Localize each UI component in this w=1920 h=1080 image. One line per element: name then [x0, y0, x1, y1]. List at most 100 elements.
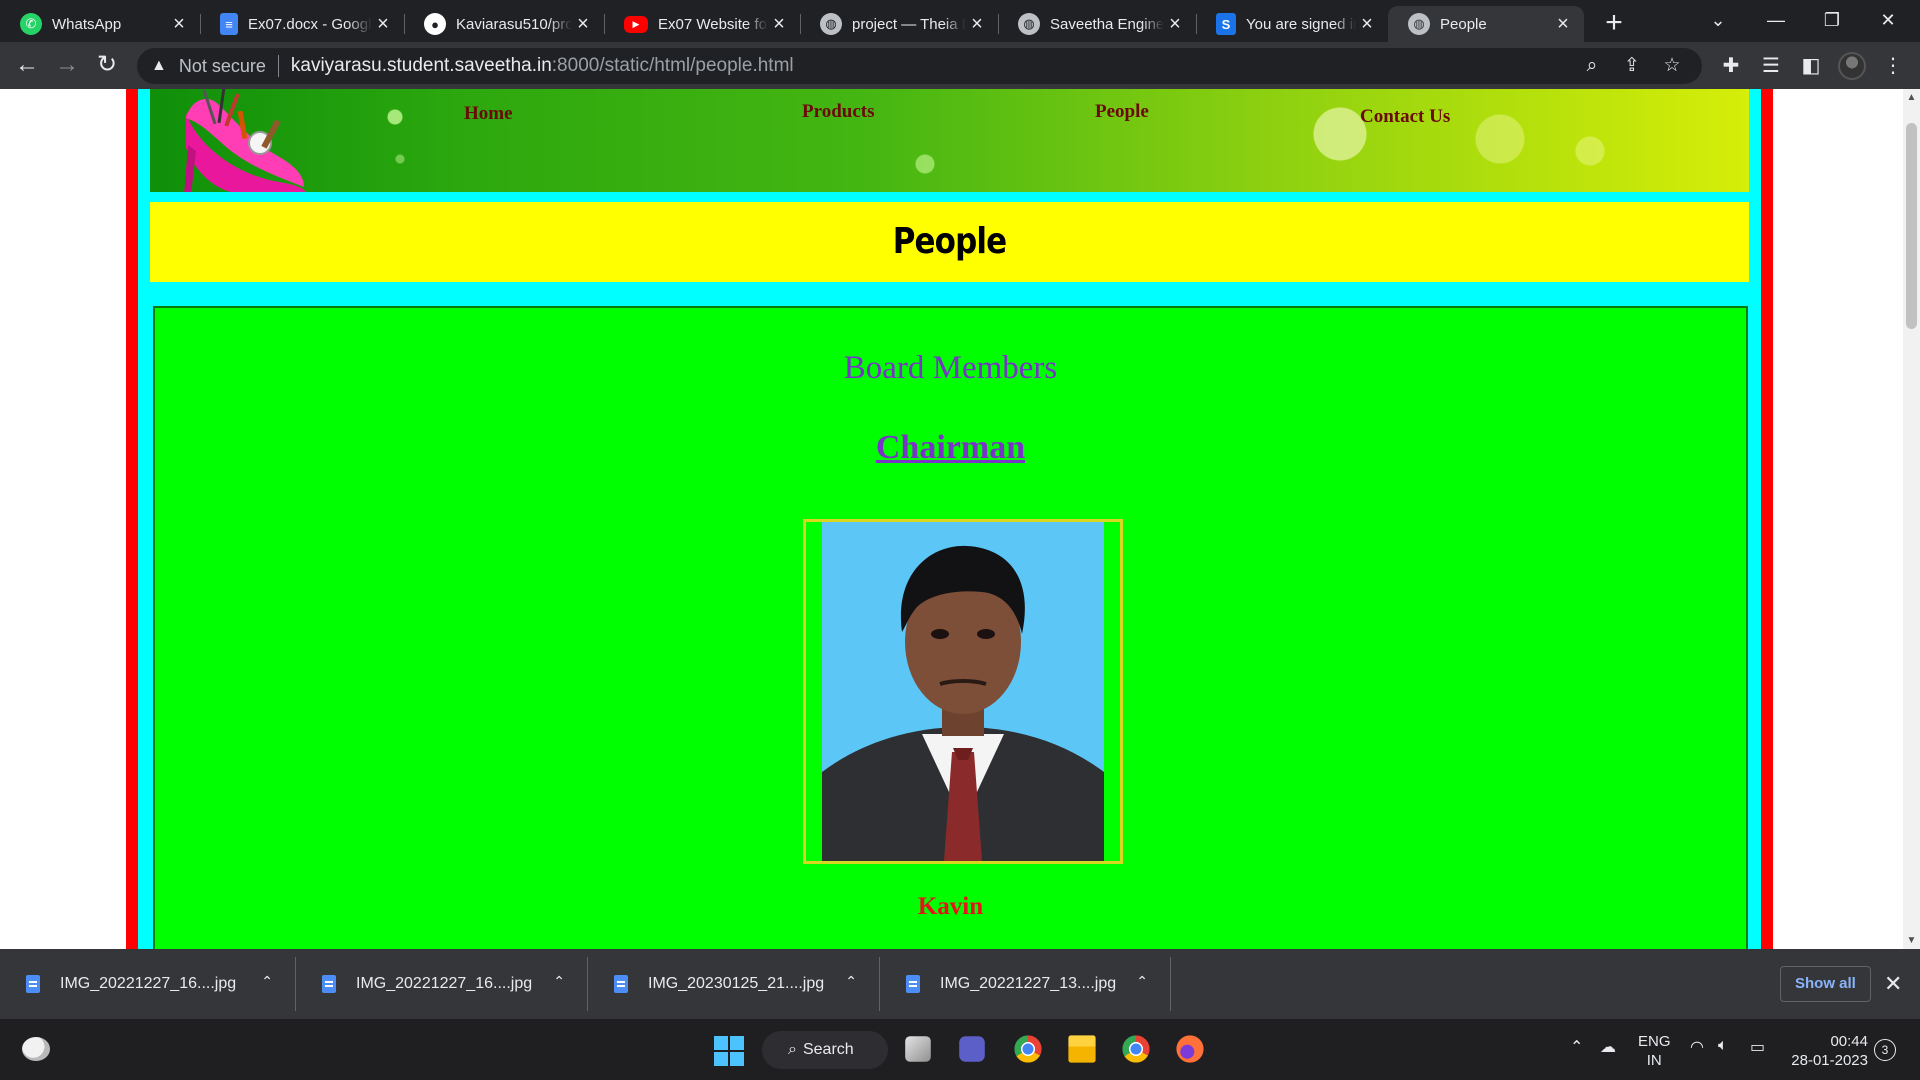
- tab-youtube[interactable]: ▶ Ex07 Website for ×: [604, 6, 801, 42]
- download-filename: IMG_20221227_16....jpg: [356, 975, 533, 992]
- site-cyan-frame: Home Products People Contact Us People B…: [138, 89, 1761, 949]
- nav-home-link[interactable]: Home: [464, 103, 513, 125]
- download-filename: IMG_20221227_16....jpg: [60, 975, 237, 992]
- restore-icon[interactable]: ❐: [1810, 4, 1854, 36]
- tab-signed-in[interactable]: S You are signed in ×: [1196, 6, 1388, 42]
- search-icon: ⌕: [788, 1041, 797, 1058]
- member-name: Kavin: [917, 893, 984, 920]
- extensions-puzzle-icon[interactable]: ✚: [1718, 54, 1744, 78]
- bookmark-star-icon[interactable]: ☆: [1661, 55, 1683, 77]
- language-indicator[interactable]: ENG IN: [1638, 1032, 1671, 1070]
- forward-arrow-icon[interactable]: →: [50, 48, 84, 82]
- url-host[interactable]: kaviyarasu.student.saveetha.in: [291, 55, 552, 77]
- close-tab-icon[interactable]: ×: [1164, 13, 1186, 36]
- language-code: ENG: [1638, 1033, 1671, 1050]
- tab-title: Kaviarasu510/project: [456, 15, 572, 33]
- close-tab-icon[interactable]: ×: [168, 13, 190, 36]
- tab-strip: ✆ WhatsApp × ≡ Ex07.docx - Google Docs ×…: [0, 0, 1920, 42]
- chevron-up-icon[interactable]: ⌃: [1570, 1037, 1583, 1057]
- volume-icon[interactable]: 🔈︎: [1718, 1037, 1728, 1055]
- photo-frame: [803, 519, 1123, 864]
- section-title: Board Members: [843, 350, 1058, 386]
- reading-list-icon[interactable]: ☰: [1758, 54, 1784, 78]
- address-bar[interactable]: ▲ Not secure kaviyarasu.student.saveetha…: [137, 48, 1702, 84]
- close-tab-icon[interactable]: ×: [572, 13, 594, 36]
- page-viewport: Home Products People Contact Us People B…: [0, 89, 1920, 949]
- onedrive-cloud-icon[interactable]: ☁: [1600, 1037, 1616, 1057]
- task-view-icon[interactable]: [905, 1036, 931, 1062]
- teams-chat-icon[interactable]: [959, 1036, 985, 1062]
- battery-icon[interactable]: ▭: [1750, 1037, 1765, 1057]
- profile-avatar[interactable]: [1838, 52, 1866, 80]
- globe-icon: ◍: [1018, 13, 1040, 35]
- header-banner: Home Products People Contact Us: [150, 89, 1749, 192]
- weather-widget-icon[interactable]: [22, 1037, 50, 1061]
- region-code: IN: [1646, 1052, 1662, 1069]
- whatsapp-icon: ✆: [20, 13, 42, 35]
- chrome-icon[interactable]: [1122, 1035, 1150, 1063]
- tab-title: Saveetha Engineering College: [1050, 15, 1164, 33]
- role-heading: Chairman: [875, 429, 1026, 466]
- chevron-up-icon[interactable]: ⌃: [553, 973, 565, 990]
- windows-start-icon[interactable]: [714, 1036, 744, 1066]
- url-path[interactable]: :8000/static/html/people.html: [552, 55, 794, 77]
- tab-saveetha[interactable]: ◍ Saveetha Engineering College ×: [998, 6, 1197, 42]
- youtube-icon: ▶: [624, 15, 648, 33]
- nav-products-link[interactable]: Products: [802, 101, 874, 123]
- tab-google-docs[interactable]: ≡ Ex07.docx - Google Docs ×: [200, 6, 405, 42]
- minimize-icon[interactable]: —: [1754, 4, 1798, 36]
- download-item[interactable]: IMG_20221227_16....jpg ⌃: [296, 949, 587, 1019]
- download-item[interactable]: IMG_20230125_21....jpg ⌃: [588, 949, 879, 1019]
- tab-github[interactable]: ● Kaviarasu510/project ×: [404, 6, 605, 42]
- close-shelf-icon[interactable]: ✕: [1884, 971, 1902, 997]
- site-red-frame: Home Products People Contact Us People B…: [126, 89, 1773, 949]
- new-tab-button[interactable]: +: [1596, 6, 1632, 42]
- chevron-up-icon[interactable]: ⌃: [1136, 973, 1148, 990]
- scroll-up-icon[interactable]: ▲: [1903, 89, 1920, 106]
- show-all-button[interactable]: Show all: [1780, 966, 1871, 1002]
- tab-whatsapp[interactable]: ✆ WhatsApp ×: [0, 6, 201, 42]
- vertical-scrollbar[interactable]: ▲ ▼: [1903, 89, 1920, 949]
- zoom-icon[interactable]: ⌕: [1581, 55, 1603, 77]
- board-section: Board Members Chairman Kavin: [153, 306, 1748, 949]
- close-tab-icon[interactable]: ×: [372, 13, 394, 36]
- tab-search-chevron-icon[interactable]: ⌄: [1696, 4, 1740, 36]
- tab-people[interactable]: ◍ People ×: [1388, 6, 1584, 42]
- share-icon[interactable]: ⇪: [1621, 55, 1643, 77]
- search-label: Search: [802, 1041, 854, 1058]
- scroll-down-icon[interactable]: ▼: [1903, 932, 1920, 949]
- nav-people-link[interactable]: People: [1095, 101, 1149, 123]
- divider: [1170, 957, 1171, 1011]
- side-panel-icon[interactable]: ◧: [1798, 54, 1824, 78]
- nav-contact-link[interactable]: Contact Us: [1360, 106, 1450, 128]
- tab-theia[interactable]: ◍ project — Theia IDE ×: [800, 6, 999, 42]
- back-arrow-icon[interactable]: ←: [10, 48, 44, 82]
- system-clock[interactable]: 00:44 28-01-2023: [1784, 1032, 1868, 1070]
- file-explorer-icon[interactable]: [1068, 1035, 1096, 1063]
- kebab-menu-icon[interactable]: ⋮: [1880, 54, 1906, 78]
- chevron-up-icon[interactable]: ⌃: [261, 973, 273, 990]
- close-window-icon[interactable]: ✕: [1866, 4, 1910, 36]
- scrollbar-thumb[interactable]: [1906, 123, 1917, 329]
- wifi-icon[interactable]: ◠: [1690, 1037, 1704, 1057]
- warning-triangle-icon[interactable]: ▲: [151, 57, 167, 75]
- image-file-icon: [906, 975, 920, 993]
- not-secure-label[interactable]: Not secure: [179, 56, 266, 77]
- chrome-icon[interactable]: [1014, 1035, 1042, 1063]
- close-tab-icon[interactable]: ×: [768, 13, 790, 36]
- download-item[interactable]: IMG_20221227_16....jpg ⌃: [0, 949, 295, 1019]
- windows-taskbar: ⌕ Search ⌃ ☁ ENG IN ◠ 🔈︎ ▭ 00:44 28-01-2…: [0, 1019, 1920, 1080]
- tab-title: Ex07 Website for: [658, 15, 768, 33]
- download-filename: IMG_20221227_13....jpg: [940, 975, 1117, 992]
- firefox-icon[interactable]: [1176, 1035, 1204, 1063]
- chevron-up-icon[interactable]: ⌃: [845, 973, 857, 990]
- close-tab-icon[interactable]: ×: [1552, 13, 1574, 36]
- notification-badge[interactable]: 3: [1874, 1039, 1896, 1061]
- taskbar-search[interactable]: ⌕ Search: [762, 1031, 888, 1069]
- download-item[interactable]: IMG_20221227_13....jpg ⌃: [880, 949, 1170, 1019]
- close-tab-icon[interactable]: ×: [966, 13, 988, 36]
- person-portrait-icon: [822, 522, 1104, 861]
- close-tab-icon[interactable]: ×: [1356, 13, 1378, 36]
- reload-icon[interactable]: ↻: [90, 48, 124, 82]
- member-photo: [822, 522, 1104, 861]
